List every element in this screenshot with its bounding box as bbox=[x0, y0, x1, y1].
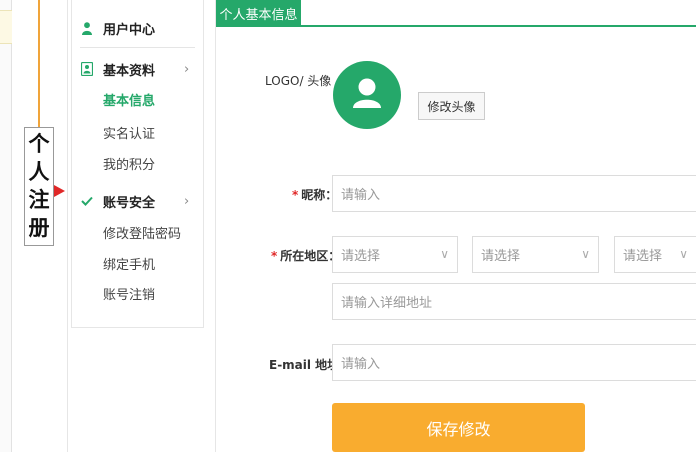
annotation-arrow-icon bbox=[54, 185, 65, 197]
save-button[interactable]: 保存修改 bbox=[332, 403, 585, 452]
left-strip bbox=[0, 0, 12, 452]
sidebar-item-label: 账号安全 bbox=[103, 195, 156, 211]
change-avatar-button[interactable]: 修改头像 bbox=[418, 92, 485, 120]
city-select[interactable]: 请选择 ∨ bbox=[472, 236, 599, 273]
province-select[interactable]: 请选择 ∨ bbox=[332, 236, 458, 273]
chevron-down-icon: ∨ bbox=[581, 247, 590, 261]
annotation-char: 人 bbox=[28, 160, 50, 185]
sidebar-subitem-cancel-account[interactable]: 账号注销 bbox=[103, 284, 155, 303]
district-select[interactable]: 请选择 ∨ bbox=[614, 236, 696, 273]
callout-line bbox=[38, 0, 40, 128]
column-divider bbox=[67, 0, 68, 452]
annotation-label: 个 人 注 册 bbox=[24, 127, 54, 246]
district-select-value: 请选择 bbox=[623, 249, 663, 264]
avatar-label: LOGO/ 头像 bbox=[265, 74, 332, 88]
sidebar-subitem-points[interactable]: 我的积分 bbox=[103, 154, 155, 173]
sidebar-subitem-change-password[interactable]: 修改登陆密码 bbox=[103, 223, 181, 242]
sidebar-item-basic-profile[interactable]: 基本资料 › bbox=[72, 57, 205, 81]
annotation-char: 个 bbox=[28, 132, 50, 157]
user-icon bbox=[80, 21, 94, 35]
required-marker: * bbox=[292, 188, 299, 202]
sidebar-item-label: 基本资料 bbox=[103, 63, 156, 79]
region-label: * 所在地区： bbox=[271, 247, 340, 264]
nickname-input[interactable]: 请输入 bbox=[332, 175, 696, 212]
avatar bbox=[333, 61, 401, 129]
city-select-value: 请选择 bbox=[481, 249, 521, 264]
sidebar-item-label: 用户中心 bbox=[103, 22, 156, 38]
sidebar-subitem-bind-phone[interactable]: 绑定手机 bbox=[103, 254, 155, 273]
chevron-down-icon: ∨ bbox=[679, 247, 688, 261]
annotation-char: 注 bbox=[28, 187, 50, 212]
left-highlight-bar bbox=[0, 10, 12, 44]
chevron-down-icon: ∨ bbox=[440, 247, 449, 261]
sidebar-item-user-center[interactable]: 用户中心 bbox=[72, 16, 205, 40]
province-select-value: 请选择 bbox=[341, 249, 381, 264]
required-marker: * bbox=[271, 249, 278, 263]
sidebar: 用户中心 基本资料 › 基本信息 实名认证 我的积分 账号安全 › 修改登陆密码… bbox=[71, 0, 204, 328]
checkmark-icon bbox=[80, 194, 94, 208]
sidebar-item-account-security[interactable]: 账号安全 › bbox=[72, 189, 205, 213]
sidebar-divider bbox=[80, 47, 195, 48]
person-icon bbox=[353, 78, 381, 108]
annotation-char: 册 bbox=[28, 215, 50, 240]
chevron-right-icon: › bbox=[184, 193, 190, 209]
chevron-right-icon: › bbox=[184, 61, 190, 77]
sidebar-subitem-basic-info[interactable]: 基本信息 bbox=[103, 90, 155, 109]
address-input[interactable]: 请输入详细地址 bbox=[332, 283, 696, 320]
tab-basic-info[interactable]: 个人基本信息 bbox=[216, 0, 301, 27]
nickname-label: * 昵称： bbox=[292, 186, 337, 203]
email-input[interactable]: 请输入 bbox=[332, 344, 696, 381]
main-panel: 个人基本信息 LOGO/ 头像 修改头像 * 昵称： 请输入 * 所在地区： 请选择… bbox=[215, 0, 696, 452]
profile-card-icon bbox=[80, 62, 94, 76]
sidebar-subitem-real-name[interactable]: 实名认证 bbox=[103, 123, 155, 142]
tab-bar: 个人基本信息 bbox=[216, 0, 696, 27]
